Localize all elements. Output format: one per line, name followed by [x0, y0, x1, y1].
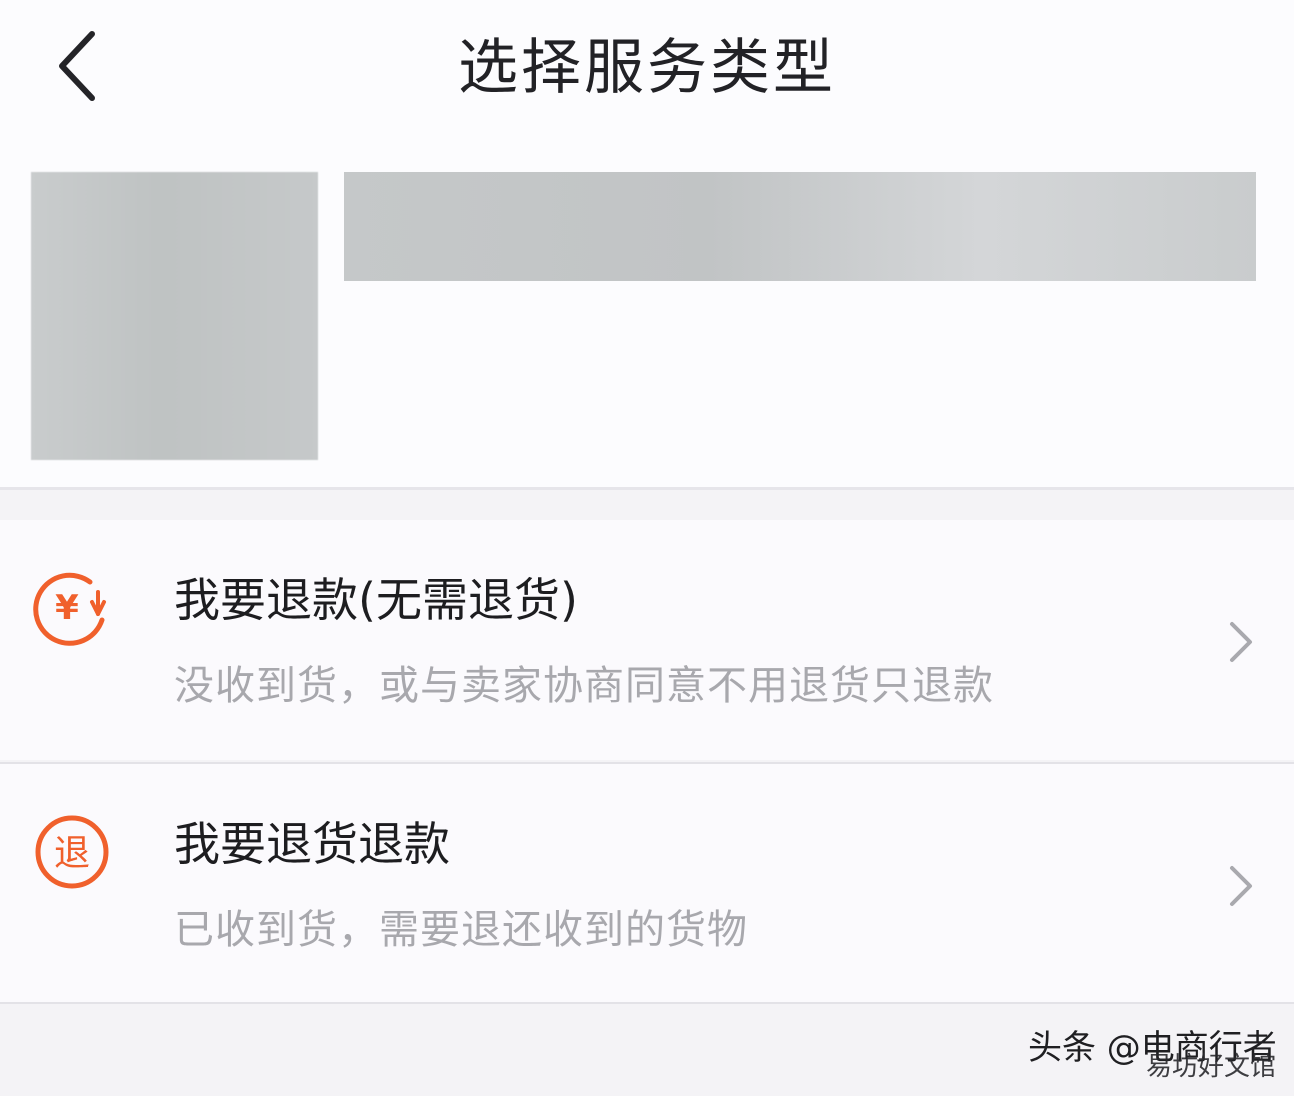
chevron-right-icon: [1230, 622, 1252, 662]
option-title: 我要退货退款: [174, 817, 450, 871]
refund-yuan-icon: ¥: [33, 572, 106, 646]
product-thumbnail: [31, 172, 318, 460]
chevron-right-icon: [1230, 866, 1252, 906]
option-return-and-refund[interactable]: 退 我要退货退款 已收到货，需要退还收到的货物: [0, 762, 1294, 1004]
option-title: 我要退款(无需退货): [174, 573, 578, 627]
option-refund-only[interactable]: ¥ 我要退款(无需退货) 没收到货，或与卖家协商同意不用退货只退款: [0, 520, 1294, 760]
product-title-placeholder: [344, 172, 1256, 281]
header-and-product-panel: 选择服务类型: [0, 0, 1294, 490]
refund-icon-glyph: ¥: [55, 588, 79, 628]
return-icon: 退: [35, 815, 109, 889]
option-description: 没收到货，或与卖家协商同意不用退货只退款: [174, 663, 994, 709]
service-type-page: 选择服务类型 ¥ 我要退款(无需退货) 没收到货，或与卖家协商同意不用退货只退款…: [0, 0, 1294, 1096]
return-icon-glyph: 退: [54, 833, 90, 874]
watermark-text-secondary: 易坊好文馆: [1146, 1052, 1277, 1082]
option-description: 已收到货，需要退还收到的货物: [174, 907, 748, 953]
divider: [0, 1002, 1294, 1004]
page-title: 选择服务类型: [458, 33, 836, 103]
